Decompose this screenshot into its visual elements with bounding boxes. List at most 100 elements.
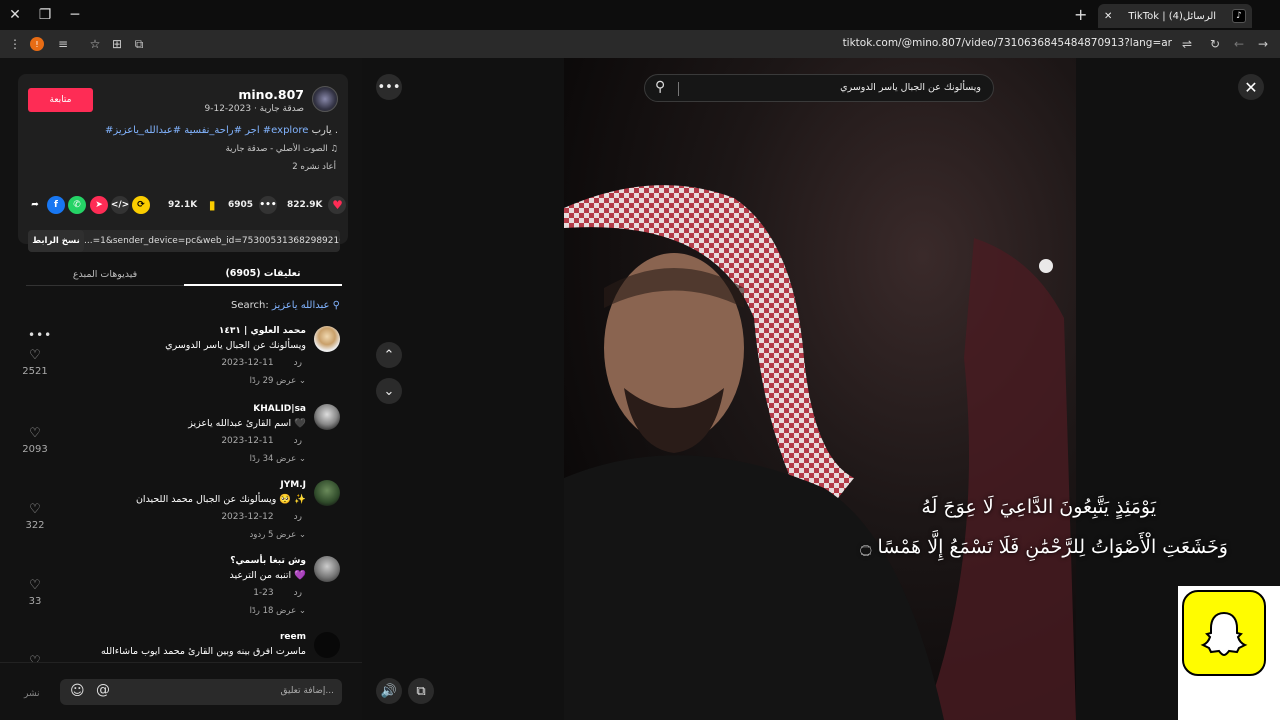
video-search-bar[interactable]: ⚲ ويسألونك عن الجبال ياسر الدوسري bbox=[644, 74, 994, 102]
telegram-share-icon[interactable]: ➤ bbox=[90, 196, 108, 214]
mention-icon[interactable]: @ bbox=[96, 682, 110, 698]
comment-author[interactable]: JYM.J bbox=[280, 480, 306, 490]
tab-title: TikTok | الرسائل(4) bbox=[1128, 10, 1217, 22]
window-close-icon[interactable]: ✕ bbox=[0, 0, 30, 30]
reading-list-icon[interactable]: ≡ bbox=[54, 35, 72, 53]
snapchat-ghost-icon[interactable] bbox=[1182, 590, 1266, 676]
search-hint-query[interactable]: عبدالله ياعزيز bbox=[272, 300, 330, 311]
tab-close-icon[interactable]: ✕ bbox=[1104, 11, 1112, 22]
like-action[interactable]: 822.9K ♥ bbox=[287, 196, 347, 214]
new-tab-icon[interactable]: + bbox=[1074, 5, 1087, 24]
view-replies-button[interactable]: عرض 34 ردًا ⌄ bbox=[250, 454, 306, 464]
comment-composer: نشر إضافة تعليق... ☺ @ bbox=[0, 662, 362, 720]
more-menu-icon[interactable]: ••• bbox=[376, 74, 402, 100]
like-count: 822.9K bbox=[287, 200, 323, 210]
tab-creator-videos[interactable]: فيديوهات المبدع bbox=[26, 262, 184, 286]
bookmark-star-icon[interactable]: ☆ bbox=[86, 35, 104, 53]
emoji-icon[interactable]: ☺ bbox=[70, 683, 85, 699]
repost-icon[interactable]: ⟳ bbox=[132, 196, 150, 214]
back-arrow-icon[interactable]: ← bbox=[1230, 35, 1248, 53]
comment-text: ماسرت افرق بينه وبين القارئ محمد ايوب ما… bbox=[100, 646, 306, 657]
comment-bubble-icon[interactable]: ••• bbox=[259, 196, 278, 214]
comment-date: 2023-12-12 bbox=[221, 512, 274, 522]
view-replies-button[interactable]: عرض 5 ردود ⌄ bbox=[250, 530, 306, 540]
comment-action[interactable]: 6905 ••• bbox=[228, 196, 278, 214]
comment-search-hint[interactable]: Search: عبدالله ياعزيز ⚲ bbox=[231, 300, 340, 311]
comment-like[interactable]: ♡ 33 bbox=[24, 574, 46, 607]
view-replies-label: عرض 34 ردًا bbox=[249, 454, 297, 464]
comment-avatar[interactable] bbox=[314, 556, 340, 582]
comment-date: 2023-12-11 bbox=[221, 436, 274, 446]
heart-outline-icon[interactable]: ♡ bbox=[29, 578, 41, 593]
comment-author[interactable]: وش تبغا بأسمي؟ bbox=[230, 556, 306, 566]
view-replies-button[interactable]: عرض 29 ردًا ⌄ bbox=[250, 376, 306, 386]
verse-line-2: وَخَشَعَتِ الْأَصْوَاتُ لِلرَّحْمَٰنِ فَ… bbox=[860, 536, 1228, 558]
chevron-down-icon: ⌄ bbox=[298, 606, 306, 616]
chevron-down-nav-icon[interactable]: ⌄ bbox=[376, 378, 402, 404]
reply-button[interactable]: رد bbox=[294, 358, 302, 368]
embed-code-icon[interactable]: </> bbox=[111, 196, 129, 214]
comment-text: اسم القارئ عبدالله ياعزيز 🖤 bbox=[188, 418, 306, 429]
screenshot-icon[interactable]: ⧉ bbox=[130, 35, 148, 53]
comment-placeholder: إضافة تعليق... bbox=[280, 686, 334, 696]
window-restore-icon[interactable]: ❐ bbox=[30, 0, 60, 30]
comment-like[interactable]: ♡ 2093 bbox=[22, 422, 47, 455]
share-arrow-icon[interactable]: ➦ bbox=[26, 196, 44, 214]
action-bar: ➦ f ✆ ➤ </> ⟳ 92.1K ▮ 6905 ••• 822.9K ♥ bbox=[0, 196, 362, 220]
heart-outline-icon[interactable]: ♡ bbox=[29, 502, 41, 517]
chevron-up-icon[interactable]: ⌃ bbox=[376, 342, 402, 368]
follow-button[interactable]: متابعة bbox=[28, 88, 93, 112]
comment-meta: 2023-12-11 رد bbox=[221, 358, 302, 368]
save-count: 92.1K bbox=[168, 200, 198, 210]
creator-username[interactable]: mino.807 bbox=[238, 87, 304, 102]
comment-avatar[interactable] bbox=[314, 632, 340, 658]
comment-like[interactable]: ♡ 322 bbox=[24, 498, 46, 531]
reply-button[interactable]: رد bbox=[294, 512, 302, 522]
site-settings-icon[interactable]: ⇌ bbox=[1178, 35, 1196, 53]
view-replies-button[interactable]: عرض 18 ردًا ⌄ bbox=[250, 606, 306, 616]
address-bar: ⋮ ! ≡ ☆ ⊞ ⧉ tiktok.com/@mino.807/video/7… bbox=[0, 30, 1280, 58]
bookmark-icon[interactable]: ▮ bbox=[203, 196, 221, 214]
comment-avatar[interactable] bbox=[314, 480, 340, 506]
whatsapp-share-icon[interactable]: ✆ bbox=[68, 196, 86, 214]
search-icon[interactable]: ⚲ bbox=[655, 79, 665, 95]
browser-tab[interactable]: ✕ TikTok | الرسائل(4) ♪ bbox=[1098, 4, 1252, 28]
url-text[interactable]: tiktok.com/@mino.807/video/7310636845484… bbox=[843, 37, 1172, 49]
post-music[interactable]: الصوت الأصلي - صدقة جارية ♫ bbox=[226, 144, 338, 154]
reply-button[interactable]: رد bbox=[294, 588, 302, 598]
extension-icon[interactable]: ! bbox=[30, 37, 44, 51]
heart-outline-icon[interactable]: ♡ bbox=[29, 348, 41, 363]
video-frame bbox=[564, 58, 1076, 720]
comment-item: JYM.J ويسألونك عن الجبال محمد اللحيدان 🥺… bbox=[0, 480, 362, 556]
view-replies-label: عرض 5 ردود bbox=[249, 530, 297, 540]
comment-avatar[interactable] bbox=[314, 404, 340, 430]
menu-dots-icon[interactable]: ⋮ bbox=[6, 35, 24, 53]
close-icon[interactable]: ✕ bbox=[1238, 74, 1264, 100]
facebook-share-icon[interactable]: f bbox=[47, 196, 65, 214]
translate-icon[interactable]: ⊞ bbox=[108, 35, 126, 53]
post-comment-button[interactable]: نشر bbox=[24, 689, 40, 699]
volume-icon[interactable]: 🔊 bbox=[376, 678, 402, 704]
save-action[interactable]: 92.1K ▮ bbox=[168, 196, 221, 214]
comment-author[interactable]: reem bbox=[280, 632, 306, 642]
reload-icon[interactable]: ↻ bbox=[1206, 35, 1224, 53]
forward-arrow-icon[interactable]: → bbox=[1254, 35, 1272, 53]
share-link-text[interactable]: ...=1&sender_device=pc&web_id=7530053136… bbox=[84, 236, 340, 246]
comment-avatar[interactable] bbox=[314, 326, 340, 352]
creator-avatar[interactable] bbox=[312, 86, 338, 112]
comment-input[interactable]: إضافة تعليق... ☺ @ bbox=[60, 679, 342, 705]
comment-meta: 2023-12-12 رد bbox=[221, 512, 302, 522]
post-hashtags[interactable]: #اجر #راحة_نفسية #عبدالله_ياعزيز #explor… bbox=[105, 125, 308, 136]
window-minimize-icon[interactable]: ─ bbox=[60, 0, 90, 30]
search-divider bbox=[678, 82, 679, 96]
reply-button[interactable]: رد bbox=[294, 436, 302, 446]
comment-author[interactable]: KHALID|sa bbox=[253, 404, 306, 414]
copy-link-button[interactable]: نسخ الرابط bbox=[28, 230, 84, 252]
comment-like[interactable]: ♡ 2521 bbox=[22, 344, 47, 377]
video-player[interactable] bbox=[564, 58, 1076, 720]
heart-icon[interactable]: ♥ bbox=[328, 196, 347, 214]
tab-comments[interactable]: تعليقات (6905) bbox=[184, 262, 342, 286]
comment-author[interactable]: محمد العلوي | ١٤٣١ bbox=[219, 326, 306, 336]
heart-outline-icon[interactable]: ♡ bbox=[29, 426, 41, 441]
miniplayer-icon[interactable]: ⧉ bbox=[408, 678, 434, 704]
